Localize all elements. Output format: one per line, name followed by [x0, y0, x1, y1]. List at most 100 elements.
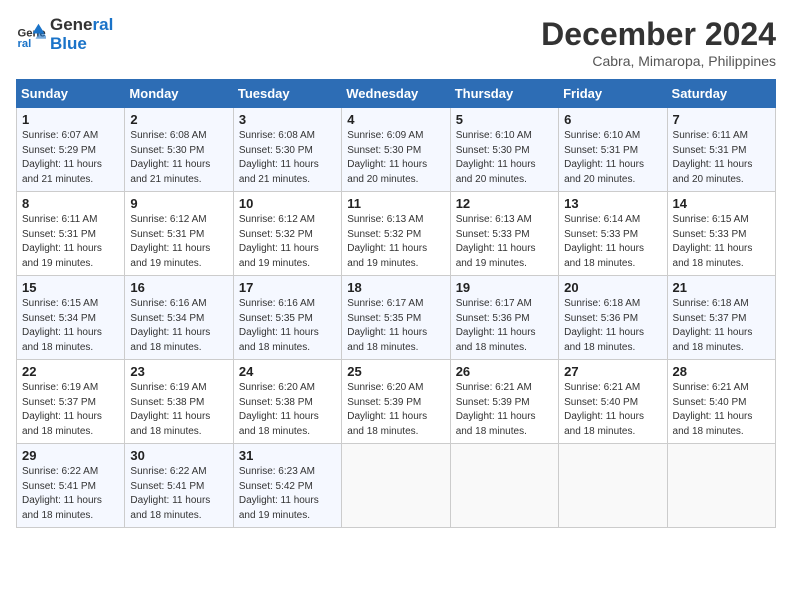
day-number: 21: [673, 280, 770, 295]
day-info: Sunrise: 6:19 AM Sunset: 5:37 PM Dayligh…: [22, 381, 119, 439]
svg-text:ral: ral: [18, 38, 32, 50]
day-info: Sunrise: 6:20 AM Sunset: 5:38 PM Dayligh…: [239, 381, 336, 439]
page-header: Gene ral General Blue December 2024 Cabr…: [16, 16, 776, 69]
day-number: 11: [347, 196, 444, 211]
day-number: 20: [564, 280, 661, 295]
day-number: 1: [22, 112, 119, 127]
day-cell-13: 13 Sunrise: 6:14 AM Sunset: 5:33 PM Dayli…: [559, 192, 667, 276]
logo-text-blue: Blue: [50, 35, 113, 54]
day-number: 5: [456, 112, 553, 127]
day-cell-31: 31Sunrise: 6:23 AM Sunset: 5:42 PM Dayli…: [233, 444, 341, 528]
day-info: Sunrise: 6:07 AM Sunset: 5:29 PM Dayligh…: [22, 129, 119, 187]
day-info: Sunrise: 6:22 AM Sunset: 5:41 PM Dayligh…: [130, 465, 227, 523]
day-info: Sunrise: 6:12 AM Sunset: 5:31 PM Dayligh…: [130, 213, 227, 271]
day-info: Sunrise: 6:10 AM Sunset: 5:30 PM Dayligh…: [456, 129, 553, 187]
day-info: Sunrise: 6:10 AM Sunset: 5:31 PM Dayligh…: [564, 129, 661, 187]
week-row-1: 1 Sunrise: 6:07 AM Sunset: 5:29 PM Daylig…: [17, 108, 776, 192]
day-info: Sunrise: 6:18 AM Sunset: 5:36 PM Dayligh…: [564, 297, 661, 355]
week-row-2: 8Sunrise: 6:11 AM Sunset: 5:31 PM Daylig…: [17, 192, 776, 276]
day-cell-1: 1 Sunrise: 6:07 AM Sunset: 5:29 PM Daylig…: [17, 108, 125, 192]
day-number: 26: [456, 364, 553, 379]
day-number: 12: [456, 196, 553, 211]
day-number: 29: [22, 448, 119, 463]
day-cell-28: 28 Sunrise: 6:21 AM Sunset: 5:40 PM Dayli…: [667, 360, 775, 444]
day-cell-9: 9 Sunrise: 6:12 AM Sunset: 5:31 PM Daylig…: [125, 192, 233, 276]
day-info: Sunrise: 6:12 AM Sunset: 5:32 PM Dayligh…: [239, 213, 336, 271]
title-block: December 2024 Cabra, Mimaropa, Philippin…: [541, 16, 776, 69]
day-number: 27: [564, 364, 661, 379]
day-cell-8: 8Sunrise: 6:11 AM Sunset: 5:31 PM Daylig…: [17, 192, 125, 276]
day-cell-4: 4Sunrise: 6:09 AM Sunset: 5:30 PM Daylig…: [342, 108, 450, 192]
day-cell-27: 27 Sunrise: 6:21 AM Sunset: 5:40 PM Dayli…: [559, 360, 667, 444]
day-number: 13: [564, 196, 661, 211]
week-row-4: 22Sunrise: 6:19 AM Sunset: 5:37 PM Dayli…: [17, 360, 776, 444]
logo-icon: Gene ral: [16, 20, 46, 50]
day-number: 8: [22, 196, 119, 211]
day-cell-17: 17 Sunrise: 6:16 AM Sunset: 5:35 PM Dayli…: [233, 276, 341, 360]
day-number: 18: [347, 280, 444, 295]
empty-cell: [667, 444, 775, 528]
logo-text-general: General: [50, 16, 113, 35]
col-header-wednesday: Wednesday: [342, 80, 450, 108]
day-number: 3: [239, 112, 336, 127]
day-number: 16: [130, 280, 227, 295]
day-number: 6: [564, 112, 661, 127]
day-info: Sunrise: 6:21 AM Sunset: 5:39 PM Dayligh…: [456, 381, 553, 439]
day-cell-15: 15Sunrise: 6:15 AM Sunset: 5:34 PM Dayli…: [17, 276, 125, 360]
day-cell-2: 2 Sunrise: 6:08 AM Sunset: 5:30 PM Daylig…: [125, 108, 233, 192]
empty-cell: [450, 444, 558, 528]
week-row-5: 29 Sunrise: 6:22 AM Sunset: 5:41 PM Dayli…: [17, 444, 776, 528]
day-number: 10: [239, 196, 336, 211]
day-info: Sunrise: 6:15 AM Sunset: 5:34 PM Dayligh…: [22, 297, 119, 355]
day-info: Sunrise: 6:08 AM Sunset: 5:30 PM Dayligh…: [130, 129, 227, 187]
day-info: Sunrise: 6:13 AM Sunset: 5:33 PM Dayligh…: [456, 213, 553, 271]
day-cell-29: 29 Sunrise: 6:22 AM Sunset: 5:41 PM Dayli…: [17, 444, 125, 528]
day-cell-11: 11Sunrise: 6:13 AM Sunset: 5:32 PM Dayli…: [342, 192, 450, 276]
day-info: Sunrise: 6:16 AM Sunset: 5:35 PM Dayligh…: [239, 297, 336, 355]
day-info: Sunrise: 6:21 AM Sunset: 5:40 PM Dayligh…: [564, 381, 661, 439]
logo: Gene ral General Blue: [16, 16, 113, 53]
day-number: 9: [130, 196, 227, 211]
col-header-sunday: Sunday: [17, 80, 125, 108]
day-info: Sunrise: 6:22 AM Sunset: 5:41 PM Dayligh…: [22, 465, 119, 523]
col-header-monday: Monday: [125, 80, 233, 108]
week-row-3: 15Sunrise: 6:15 AM Sunset: 5:34 PM Dayli…: [17, 276, 776, 360]
day-cell-10: 10 Sunrise: 6:12 AM Sunset: 5:32 PM Dayli…: [233, 192, 341, 276]
day-number: 19: [456, 280, 553, 295]
empty-cell: [342, 444, 450, 528]
day-cell-14: 14 Sunrise: 6:15 AM Sunset: 5:33 PM Dayli…: [667, 192, 775, 276]
day-cell-7: 7Sunrise: 6:11 AM Sunset: 5:31 PM Daylig…: [667, 108, 775, 192]
day-cell-18: 18 Sunrise: 6:17 AM Sunset: 5:35 PM Dayli…: [342, 276, 450, 360]
day-cell-6: 6 Sunrise: 6:10 AM Sunset: 5:31 PM Daylig…: [559, 108, 667, 192]
day-number: 4: [347, 112, 444, 127]
calendar-header-row: SundayMondayTuesdayWednesdayThursdayFrid…: [17, 80, 776, 108]
day-info: Sunrise: 6:21 AM Sunset: 5:40 PM Dayligh…: [673, 381, 770, 439]
day-number: 17: [239, 280, 336, 295]
day-cell-23: 23Sunrise: 6:19 AM Sunset: 5:38 PM Dayli…: [125, 360, 233, 444]
day-cell-22: 22Sunrise: 6:19 AM Sunset: 5:37 PM Dayli…: [17, 360, 125, 444]
day-info: Sunrise: 6:17 AM Sunset: 5:35 PM Dayligh…: [347, 297, 444, 355]
col-header-tuesday: Tuesday: [233, 80, 341, 108]
col-header-thursday: Thursday: [450, 80, 558, 108]
day-info: Sunrise: 6:18 AM Sunset: 5:37 PM Dayligh…: [673, 297, 770, 355]
day-number: 24: [239, 364, 336, 379]
col-header-friday: Friday: [559, 80, 667, 108]
day-cell-25: 25Sunrise: 6:20 AM Sunset: 5:39 PM Dayli…: [342, 360, 450, 444]
day-info: Sunrise: 6:14 AM Sunset: 5:33 PM Dayligh…: [564, 213, 661, 271]
day-cell-12: 12 Sunrise: 6:13 AM Sunset: 5:33 PM Dayli…: [450, 192, 558, 276]
day-info: Sunrise: 6:19 AM Sunset: 5:38 PM Dayligh…: [130, 381, 227, 439]
day-info: Sunrise: 6:08 AM Sunset: 5:30 PM Dayligh…: [239, 129, 336, 187]
day-number: 31: [239, 448, 336, 463]
day-info: Sunrise: 6:20 AM Sunset: 5:39 PM Dayligh…: [347, 381, 444, 439]
day-number: 2: [130, 112, 227, 127]
day-info: Sunrise: 6:15 AM Sunset: 5:33 PM Dayligh…: [673, 213, 770, 271]
day-info: Sunrise: 6:17 AM Sunset: 5:36 PM Dayligh…: [456, 297, 553, 355]
day-number: 28: [673, 364, 770, 379]
day-cell-3: 3 Sunrise: 6:08 AM Sunset: 5:30 PM Daylig…: [233, 108, 341, 192]
day-info: Sunrise: 6:11 AM Sunset: 5:31 PM Dayligh…: [673, 129, 770, 187]
day-number: 14: [673, 196, 770, 211]
day-number: 30: [130, 448, 227, 463]
col-header-saturday: Saturday: [667, 80, 775, 108]
calendar-table: SundayMondayTuesdayWednesdayThursdayFrid…: [16, 79, 776, 528]
day-cell-26: 26 Sunrise: 6:21 AM Sunset: 5:39 PM Dayli…: [450, 360, 558, 444]
